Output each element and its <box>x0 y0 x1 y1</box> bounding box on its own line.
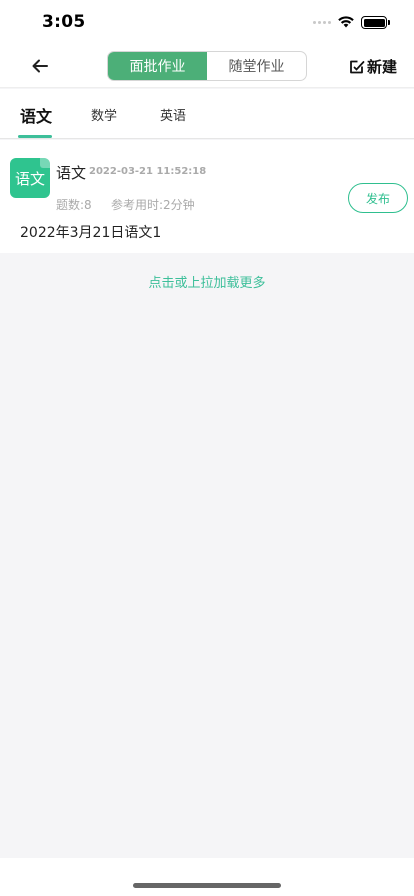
reference-duration: 参考用时:2分钟 <box>111 198 195 212</box>
load-more-link[interactable]: 点击或上拉加载更多 <box>0 272 414 291</box>
new-button-label: 新建 <box>367 58 398 76</box>
publish-button[interactable]: 发布 <box>348 183 408 213</box>
edit-icon <box>350 60 365 73</box>
segment-review-homework[interactable]: 面批作业 <box>108 52 207 80</box>
bottom-safe-area <box>0 858 414 896</box>
homework-time: 2022-03-21 11:52:18 <box>89 166 207 177</box>
home-indicator[interactable] <box>133 883 281 888</box>
question-count: 题数:8 <box>56 198 92 212</box>
list-item[interactable]: 语文 语文 2022-03-21 11:52:18 题数:8 参考用时:2分钟 … <box>0 140 414 253</box>
segment-class-homework[interactable]: 随堂作业 <box>207 52 306 80</box>
back-arrow-icon[interactable] <box>28 54 52 78</box>
cellular-signal-icon <box>313 21 331 24</box>
tab-english[interactable]: 英语 <box>160 105 186 124</box>
homework-title: 语文 <box>56 164 87 182</box>
tab-indicator <box>18 135 52 138</box>
subject-tabs: 语文 数学 英语 <box>0 89 414 139</box>
tab-chinese[interactable]: 语文 <box>20 103 52 127</box>
subject-icon: 语文 <box>10 158 50 198</box>
wifi-icon <box>338 16 354 28</box>
tab-math[interactable]: 数学 <box>91 105 117 124</box>
battery-icon <box>361 16 390 29</box>
status-time: 3:05 <box>42 12 86 32</box>
new-homework-button[interactable]: 新建 <box>349 56 397 77</box>
homework-description: 2022年3月21日语文1 <box>20 225 162 241</box>
status-bar: 3:05 <box>0 0 414 44</box>
homework-list: 语文 语文 2022-03-21 11:52:18 题数:8 参考用时:2分钟 … <box>0 140 414 253</box>
homework-type-segmented-control: 面批作业 随堂作业 <box>107 51 307 81</box>
nav-bar: 面批作业 随堂作业 新建 <box>0 44 414 88</box>
page: 3:05 面批作业 随堂作业 新建 语文 数学 英语 语文 语文 2022-03… <box>0 0 414 896</box>
